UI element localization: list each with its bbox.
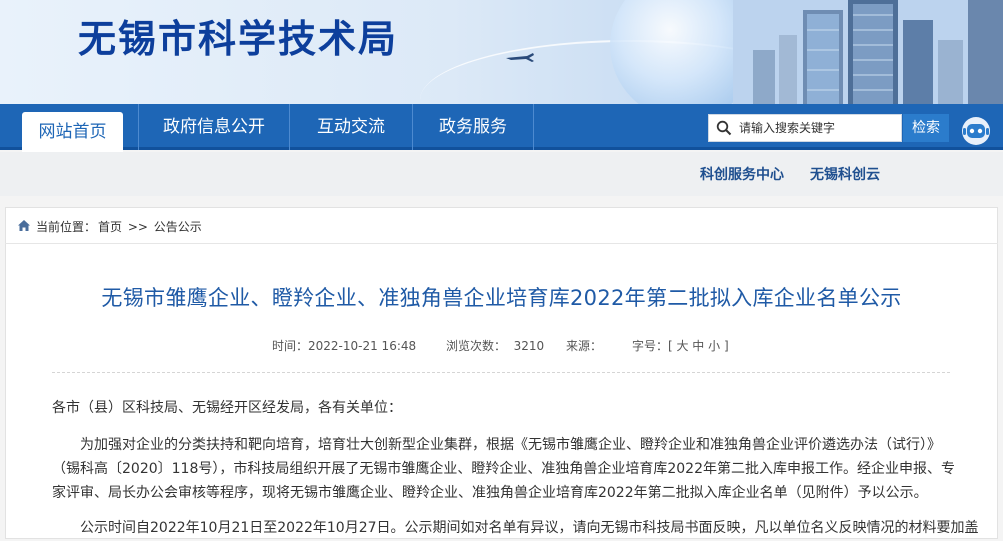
home-icon — [18, 220, 30, 231]
nav-item-interaction[interactable]: 互动交流 — [290, 104, 412, 150]
font-size-switcher[interactable]: 字号：[ 大 中 小 ] — [632, 337, 729, 354]
nav-divider — [533, 104, 534, 150]
robot-assistant-icon[interactable] — [959, 114, 993, 146]
article-source: 来源： — [566, 339, 603, 353]
search-button[interactable]: 检索 — [903, 114, 949, 142]
article-title: 无锡市雏鹰企业、瞪羚企业、准独角兽企业培育库2022年第二批拟入库企业名单公示 — [101, 286, 902, 310]
article-time: 时间：2022-10-21 16:48 — [272, 339, 417, 353]
city-skyline-image — [733, 0, 1003, 104]
article-paragraph-line: 家评审、局长办公会审核等程序，现将无锡市雏鹰企业、瞪羚企业、准独角兽企业培育库2… — [52, 485, 928, 501]
search-icon — [716, 120, 732, 136]
article-paragraph-line: 为加强对企业的分类扶持和靶向培育，培育壮大创新型企业集群，根据《无锡市雏鹰企业、… — [80, 437, 941, 453]
breadcrumb: 当前位置： 首页 >> 公告公示 — [36, 218, 204, 235]
link-wuxi-innovation-cloud[interactable]: 无锡科创云 — [810, 164, 880, 184]
site-banner: 无锡市科学技术局 — [0, 0, 1003, 104]
search-input[interactable]: 请输入搜索关键字 — [708, 114, 902, 142]
site-title[interactable]: 无锡市科学技术局 — [78, 8, 398, 63]
breadcrumb-separator: >> — [127, 220, 148, 234]
nav-item-services[interactable]: 政务服务 — [413, 104, 533, 150]
nav-item-home[interactable]: 网站首页 — [22, 112, 123, 153]
breadcrumb-current[interactable]: 公告公示 — [154, 220, 202, 234]
article-greeting: 各市（县）区科技局、无锡经开区经发局，各有关单位： — [52, 400, 402, 416]
article-paragraph-line: 公示时间自2022年10月21日至2022年10月27日。公示期间如对名单有异议… — [80, 520, 979, 536]
breadcrumb-label: 当前位置： — [36, 220, 97, 234]
airplane-icon — [506, 53, 534, 62]
quick-links-bar: 科创服务中心 无锡科创云 — [0, 152, 1003, 196]
breadcrumb-home-link[interactable]: 首页 — [98, 220, 122, 234]
article-paragraph-line: （锡科高〔2020〕118号），市科技局组织开展了无锡市雏鹰企业、瞪羚企业、准独… — [52, 461, 955, 477]
meta-divider — [52, 372, 950, 373]
article-views: 浏览次数： 3210 — [446, 339, 545, 353]
nav-item-gov-info[interactable]: 政府信息公开 — [139, 104, 289, 150]
link-innovation-service-center[interactable]: 科创服务中心 — [700, 164, 784, 184]
